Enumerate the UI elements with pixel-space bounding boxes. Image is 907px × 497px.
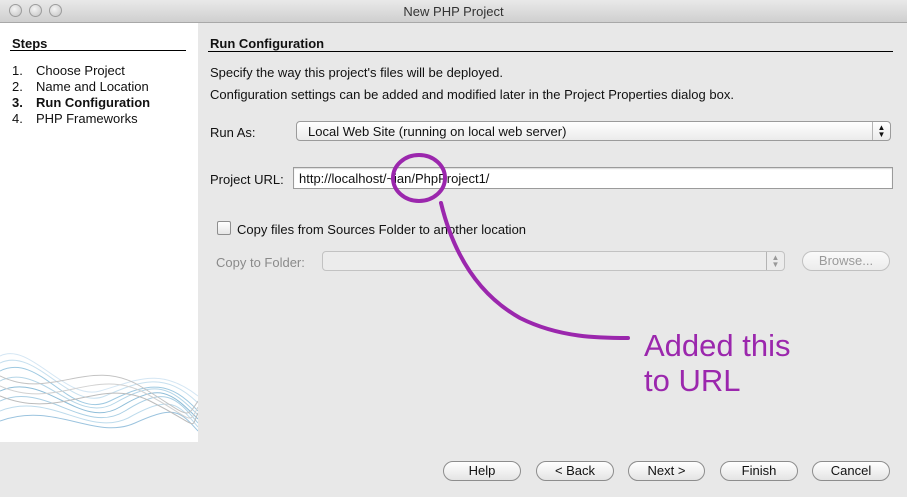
run-as-value: Local Web Site (running on local web ser… xyxy=(308,124,567,139)
copy-to-folder-select[interactable]: ▲ ▼ xyxy=(322,251,785,271)
project-url-label: Project URL: xyxy=(210,172,284,187)
annotation-text: Added this to URL xyxy=(644,328,791,398)
step-label: Run Configuration xyxy=(36,95,151,110)
description-line-1: Specify the way this project's files wil… xyxy=(210,65,503,80)
copy-files-label: Copy files from Sources Folder to anothe… xyxy=(237,222,527,237)
help-button[interactable]: Help xyxy=(443,461,521,481)
window-title: New PHP Project xyxy=(403,4,504,19)
browse-button[interactable]: Browse... xyxy=(802,251,890,271)
decorative-wave-graphic xyxy=(0,353,198,432)
copy-to-folder-label: Copy to Folder: xyxy=(216,255,305,270)
step-label: Choose Project xyxy=(36,63,125,78)
step-label: Name and Location xyxy=(36,79,149,94)
select-arrows-icon: ▲ ▼ xyxy=(766,252,784,270)
title-bar[interactable]: New PHP Project xyxy=(0,0,907,23)
page-title: Run Configuration xyxy=(210,36,325,51)
step-number: 2. xyxy=(12,79,23,94)
new-php-project-dialog: New PHP Project Steps 1. Choose Project 2… xyxy=(0,0,907,497)
select-arrows-icon: ▲ ▼ xyxy=(872,122,890,140)
cancel-button[interactable]: Cancel xyxy=(812,461,890,481)
project-url-input[interactable]: http://localhost/~ian/PhpProject1/ xyxy=(293,167,893,189)
run-as-label: Run As: xyxy=(210,125,256,140)
step-item-php-frameworks: 4. PHP Frameworks xyxy=(12,111,138,126)
back-button[interactable]: < Back xyxy=(536,461,614,481)
description-line-2: Configuration settings can be added and … xyxy=(210,87,734,102)
step-item-choose-project: 1. Choose Project xyxy=(12,63,125,78)
steps-panel: Steps 1. Choose Project 2. Name and Locati… xyxy=(0,23,198,442)
step-number: 3. xyxy=(12,95,23,110)
steps-heading: Steps xyxy=(12,36,48,51)
finish-button[interactable]: Finish xyxy=(720,461,798,481)
steps-divider xyxy=(10,50,186,51)
run-as-select[interactable]: Local Web Site (running on local web ser… xyxy=(296,121,891,141)
step-item-run-configuration: 3. Run Configuration xyxy=(12,95,150,110)
copy-files-checkbox[interactable] xyxy=(217,221,231,235)
next-button[interactable]: Next > xyxy=(628,461,705,481)
step-label: PHP Frameworks xyxy=(36,111,138,126)
step-number: 1. xyxy=(12,63,23,78)
step-number: 4. xyxy=(12,111,23,126)
heading-divider xyxy=(208,51,893,52)
step-item-name-and-location: 2. Name and Location xyxy=(12,79,149,94)
